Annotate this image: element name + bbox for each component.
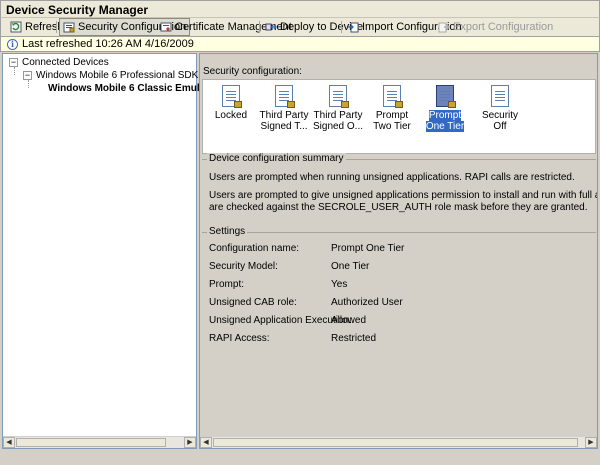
deploy-icon — [265, 21, 277, 33]
info-icon: i — [7, 38, 18, 50]
export-configuration-button[interactable]: Export Configuration — [435, 18, 556, 36]
summary-line: Users are prompted when running unsigned… — [209, 172, 575, 183]
config-item-label: Third Party Signed O... — [312, 110, 364, 132]
scroll-right-icon[interactable]: ▶ — [184, 437, 196, 448]
refresh-button[interactable]: Refresh — [7, 18, 67, 36]
scroll-right-icon[interactable]: ▶ — [585, 437, 597, 448]
setting-value: Prompt One Tier — [331, 243, 405, 254]
config-document-icon — [329, 85, 349, 108]
summary-line: are checked against the SECROLE_USER_AUT… — [209, 202, 588, 213]
title-bar: Device Security Manager — [0, 0, 600, 18]
setting-value: Authorized User — [331, 297, 403, 308]
tree-node-label: Windows Mobile 6 Professional SDK — [36, 70, 199, 81]
details-horizontal-scrollbar[interactable]: ◀ ▶ — [200, 436, 597, 448]
status-bar — [0, 449, 600, 465]
toolbar-separator — [259, 21, 260, 33]
tree-horizontal-scrollbar[interactable]: ◀ ▶ — [3, 436, 196, 448]
settings-group: Settings Configuration name: Prompt One … — [202, 226, 596, 352]
config-item-label: Prompt One Tier — [425, 110, 465, 132]
summary-group-title: Device configuration summary — [207, 153, 346, 164]
tree-node-emulator[interactable]: Windows Mobile 6 Classic Emulator — [48, 82, 219, 95]
security-configuration-list: Locked Third Party Signed T... Third Par… — [202, 79, 596, 154]
collapse-toggle-icon[interactable]: − — [23, 71, 32, 80]
toolbar-separator — [341, 21, 342, 33]
scroll-thumb[interactable] — [213, 438, 578, 447]
tree-node-label: Connected Devices — [22, 57, 109, 68]
scroll-left-icon[interactable]: ◀ — [200, 437, 212, 448]
config-item-third-party-signed-t[interactable]: Third Party Signed T... — [258, 85, 310, 132]
setting-value: Allowed — [331, 315, 367, 326]
info-bar: i Last refreshed 10:26 AM 4/16/2009 — [0, 36, 600, 52]
scroll-thumb[interactable] — [16, 438, 166, 447]
config-document-icon — [275, 85, 295, 108]
config-item-label: Locked — [214, 110, 248, 121]
window-title: Device Security Manager — [6, 3, 149, 17]
tree-node-connected-devices[interactable]: − Connected Devices — [9, 56, 109, 69]
last-refreshed-text: Last refreshed 10:26 AM 4/16/2009 — [22, 38, 194, 50]
toolbar: Refresh Security Configuration Certifica… — [0, 18, 600, 36]
security-configuration-icon — [63, 21, 75, 33]
config-item-label: Prompt Two Tier — [373, 110, 411, 132]
config-item-label: Security Off — [481, 110, 519, 132]
config-item-label: Third Party Signed T... — [259, 110, 309, 132]
config-item-locked[interactable]: Locked — [205, 85, 257, 121]
tree-node-sdk[interactable]: − Windows Mobile 6 Professional SDK — [23, 69, 198, 82]
setting-key: Security Model: — [209, 261, 278, 272]
export-icon — [438, 21, 450, 33]
config-document-icon — [436, 85, 456, 108]
config-item-third-party-signed-o[interactable]: Third Party Signed O... — [312, 85, 364, 132]
refresh-icon — [10, 21, 22, 33]
device-tree-pane: − Connected Devices − Windows Mobile 6 P… — [2, 53, 219, 449]
security-configuration-caption: Security configuration: — [203, 66, 302, 77]
tree-node-label: Windows Mobile 6 Classic Emulator — [48, 83, 219, 94]
export-configuration-label: Export Configuration — [453, 21, 554, 33]
setting-key: Configuration name: — [209, 243, 300, 254]
setting-value: Yes — [331, 279, 348, 290]
config-document-icon — [383, 85, 403, 108]
certificate-icon — [160, 21, 172, 33]
config-item-prompt-one-tier[interactable]: Prompt One Tier — [419, 85, 471, 132]
collapse-toggle-icon[interactable]: − — [9, 58, 18, 67]
refresh-label: Refresh — [25, 21, 64, 33]
config-document-icon — [491, 85, 509, 107]
setting-key: Prompt: — [209, 279, 245, 290]
toolbar-separator — [56, 21, 57, 33]
settings-group-title: Settings — [207, 226, 248, 237]
config-item-security-off[interactable]: Security Off — [474, 85, 526, 132]
scroll-left-icon[interactable]: ◀ — [3, 437, 15, 448]
setting-key: RAPI Access: — [209, 333, 270, 344]
config-item-prompt-two-tier[interactable]: Prompt Two Tier — [366, 85, 418, 132]
setting-value: One Tier — [331, 261, 370, 272]
setting-key: Unsigned CAB role: — [209, 297, 297, 308]
import-icon — [347, 21, 359, 33]
summary-group: Device configuration summary Users are p… — [202, 153, 597, 219]
summary-line: Users are prompted to give unsigned appl… — [209, 190, 597, 201]
security-configuration-pane: Security configuration: Locked Third Par… — [199, 53, 598, 449]
config-document-icon — [222, 85, 242, 108]
setting-value: Restricted — [331, 333, 377, 344]
